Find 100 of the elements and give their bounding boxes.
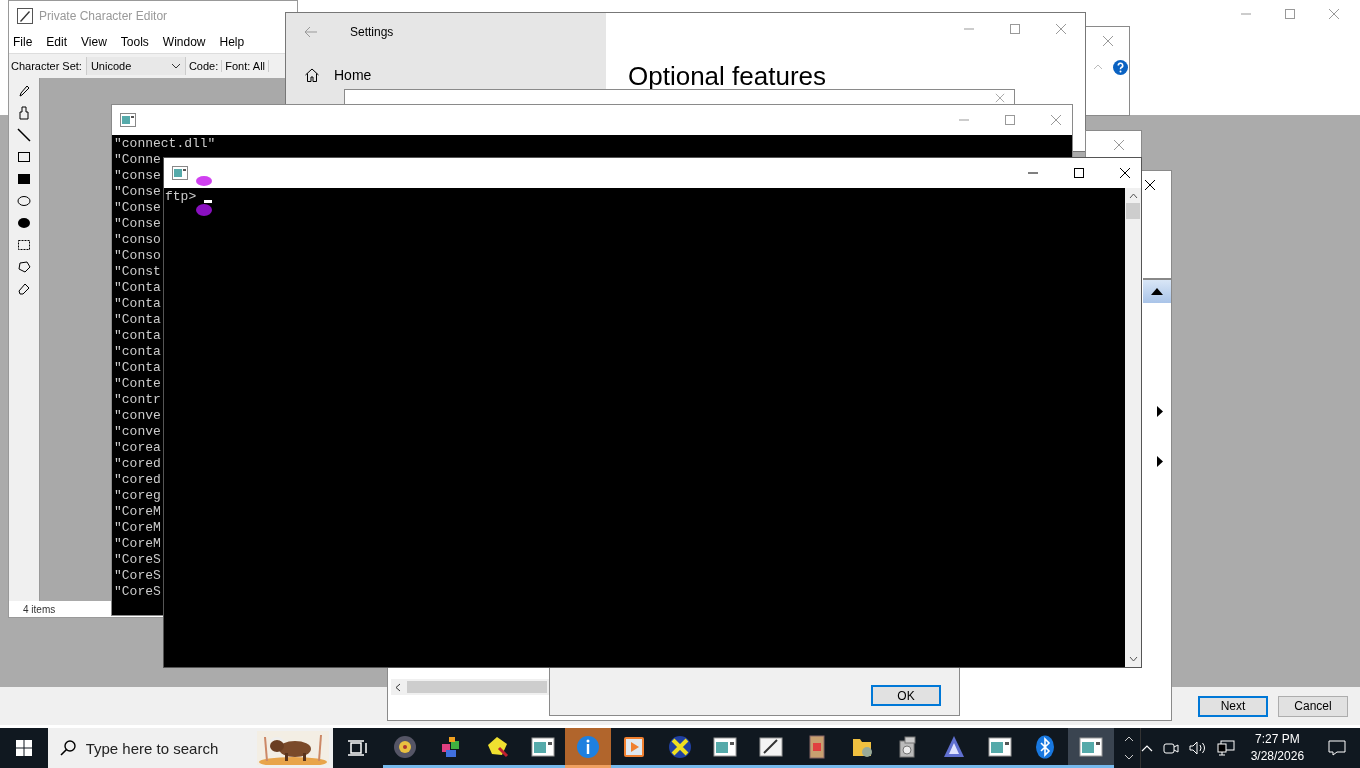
scroll-down-icon[interactable] <box>1128 656 1138 662</box>
console-line: "cored <box>114 456 161 472</box>
horizontal-scrollbar[interactable] <box>391 679 551 695</box>
window-icon <box>987 734 1012 759</box>
pencil-icon[interactable] <box>17 84 31 98</box>
help-icon[interactable] <box>1113 60 1128 75</box>
menu-item[interactable]: Edit <box>46 35 68 49</box>
eraser-icon[interactable] <box>17 282 31 296</box>
scroll-up-icon[interactable] <box>1128 193 1138 199</box>
console-line: "Conse <box>114 216 161 232</box>
filled-square-icon[interactable] <box>17 172 31 186</box>
menu-item[interactable]: Tools <box>120 35 149 49</box>
character-set-dropdown[interactable]: Unicode <box>85 57 186 75</box>
play-icon <box>621 734 646 759</box>
polygon-icon[interactable] <box>17 260 31 274</box>
menu-item[interactable]: View <box>81 35 107 49</box>
console-line: "conve <box>114 424 161 440</box>
chevron-down-icon <box>170 63 181 69</box>
window-title: Settings <box>350 25 394 39</box>
window-icon <box>120 113 136 127</box>
console-line: "corea <box>114 440 161 456</box>
brush-icon[interactable] <box>17 106 31 120</box>
next-button[interactable]: Next <box>1198 695 1268 717</box>
console-line: "conve <box>114 408 161 424</box>
pen-icon <box>759 734 784 759</box>
console-line: "CoreM <box>114 504 161 520</box>
rectangle-icon[interactable] <box>17 238 31 252</box>
line-icon[interactable] <box>17 128 31 142</box>
taskbar-app-button[interactable] <box>1068 728 1114 768</box>
console-line: "Conta <box>114 360 161 376</box>
window-icon <box>172 166 188 180</box>
menu-item[interactable]: File <box>13 35 33 49</box>
x-icon <box>667 734 692 759</box>
info-icon <box>576 734 601 759</box>
console-line: "Conse <box>114 200 161 216</box>
clock-date[interactable]: 3/28/2026 <box>1250 748 1305 765</box>
window-icon <box>530 734 555 759</box>
console-line: "CoreS <box>114 568 161 584</box>
window-icon <box>713 734 738 759</box>
console-line: "conso <box>114 232 161 248</box>
field-label: Code: <box>185 60 223 72</box>
console-line: "Conse <box>114 184 161 200</box>
console-line: "connect.dll" <box>114 136 216 152</box>
console-line: "CoreM <box>114 536 161 552</box>
column-header[interactable] <box>1143 278 1171 303</box>
field-label: Character Set: <box>10 60 83 72</box>
close-icon[interactable] <box>1144 179 1156 191</box>
ellipse-icon[interactable] <box>17 194 31 208</box>
console-line: "Conne <box>114 152 161 168</box>
home-icon[interactable] <box>304 67 320 83</box>
window-title: Private Character Editor <box>39 9 168 23</box>
menu-item[interactable]: Window <box>162 35 206 49</box>
rectangle-icon[interactable] <box>17 150 31 164</box>
notification-icon[interactable] <box>1328 740 1347 756</box>
console-line: "contr <box>114 392 161 408</box>
sort-arrow-icon <box>1151 288 1163 295</box>
console-line: "Conta <box>114 312 161 328</box>
chevron-up-icon[interactable] <box>1123 736 1134 742</box>
network-icon[interactable] <box>1216 740 1235 756</box>
maximize-icon[interactable] <box>1073 167 1085 179</box>
console-line: "Conta <box>114 296 161 312</box>
page-heading: Optional features <box>627 60 827 92</box>
expand-arrow-icon[interactable] <box>1157 406 1163 417</box>
console-line: "Conte <box>114 376 161 392</box>
droplet-icon <box>195 174 213 216</box>
console-line: "conta <box>114 344 161 360</box>
cancel-button[interactable]: Cancel <box>1278 695 1348 717</box>
console-line: "Conso <box>114 248 161 264</box>
console-line: "Const <box>114 264 161 280</box>
scroll-left-icon[interactable] <box>395 682 401 692</box>
console-line: "CoreM <box>114 520 161 536</box>
console-line: "CoreS <box>114 584 161 600</box>
volume-icon[interactable] <box>1188 741 1207 755</box>
menu-item[interactable]: Help <box>219 35 245 49</box>
ok-button[interactable]: OK <box>871 685 941 706</box>
field-label: Font: All <box>222 60 270 72</box>
windows-logo-icon <box>15 740 32 756</box>
task-view-icon <box>347 740 368 756</box>
disc-icon <box>393 734 418 759</box>
status-text: 4 items <box>23 603 56 615</box>
text-cursor <box>204 199 213 203</box>
console-prompt: ftp> <box>165 189 197 205</box>
nav-item[interactable]: Home <box>334 67 372 83</box>
pen-icon <box>17 8 33 24</box>
console-line: "coreg <box>114 488 161 504</box>
chevron-down-icon[interactable] <box>1123 754 1134 760</box>
scroll-thumb[interactable] <box>1126 203 1140 219</box>
scroll-thumb[interactable] <box>407 681 547 693</box>
search-field[interactable]: Type here to search <box>85 739 246 757</box>
expand-arrow-icon[interactable] <box>1157 456 1163 467</box>
console-line: "Conta <box>114 280 161 296</box>
camera-icon[interactable] <box>1162 741 1179 755</box>
console-line: "conse <box>114 168 161 184</box>
triangle-icon <box>941 734 966 759</box>
vertical-scrollbar[interactable] <box>1125 188 1141 667</box>
clock-time[interactable]: 7:27 PM <box>1255 731 1300 748</box>
console-line: "cored <box>114 472 161 488</box>
filled-ellipse-icon[interactable] <box>17 216 31 230</box>
close-icon[interactable] <box>1119 167 1131 179</box>
window-icon <box>1078 734 1103 759</box>
